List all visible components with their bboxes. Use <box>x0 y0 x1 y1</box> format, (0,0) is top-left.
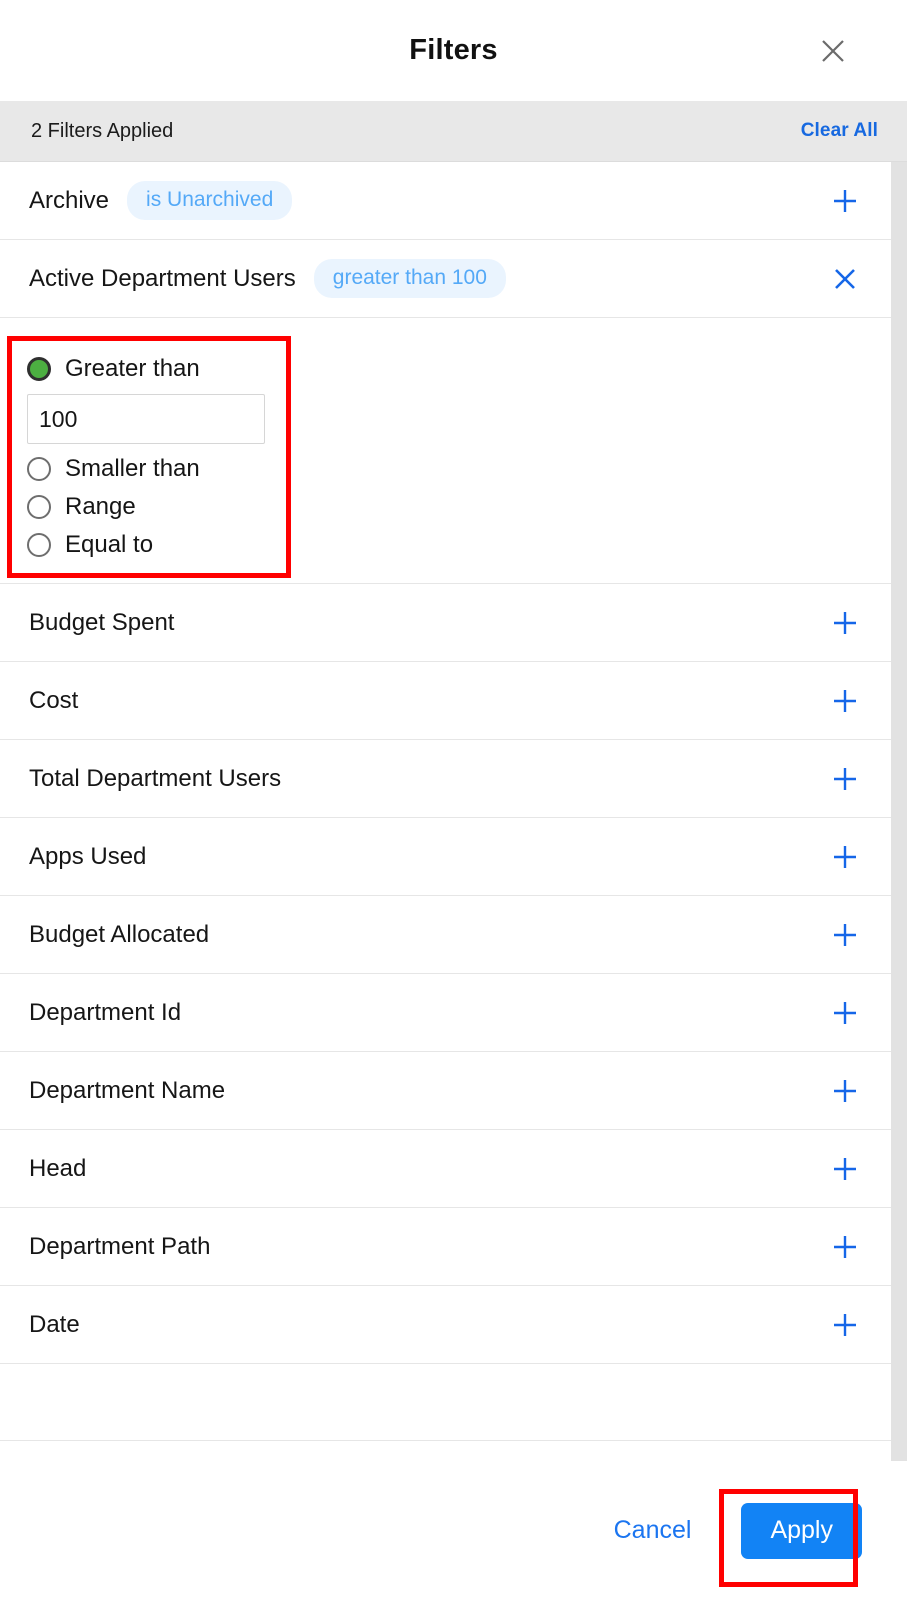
filters-modal: Filters 2 Filters Applied Clear All Arch… <box>0 0 907 1600</box>
clear-all-button[interactable]: Clear All <box>801 120 878 142</box>
plus-icon[interactable] <box>825 603 865 643</box>
list-end-spacer <box>0 1364 891 1441</box>
filter-condition-panel: Greater than Smaller than Range Equal to <box>0 318 891 584</box>
filter-badge: greater than 100 <box>313 259 506 298</box>
applied-filters-bar: 2 Filters Applied Clear All <box>0 101 907 162</box>
filters-list: Archive is Unarchived Active Department … <box>0 162 891 1441</box>
filter-label: Department Name <box>29 1076 226 1104</box>
plus-icon[interactable] <box>825 1071 865 1111</box>
filter-badge: is Unarchived <box>127 181 293 220</box>
plus-icon[interactable] <box>825 181 865 221</box>
condition-radio-group: Greater than Smaller than Range Equal to <box>27 350 277 564</box>
filter-label: Department Id <box>29 998 182 1026</box>
radio-button-icon[interactable] <box>27 495 51 519</box>
filter-row[interactable]: Budget Allocated <box>0 896 891 974</box>
filter-label: Budget Spent <box>29 608 175 636</box>
filter-row[interactable]: Head <box>0 1130 891 1208</box>
apply-button[interactable]: Apply <box>741 1502 862 1559</box>
filter-label: Head <box>29 1154 87 1182</box>
filter-row[interactable]: Budget Spent <box>0 584 891 662</box>
filter-label: Budget Allocated <box>29 920 210 948</box>
filter-label: Cost <box>29 686 79 714</box>
filter-label: Department Path <box>29 1232 211 1260</box>
filter-row-archive[interactable]: Archive is Unarchived <box>0 162 891 240</box>
radio-option-label: Equal to <box>65 531 154 558</box>
plus-icon[interactable] <box>825 1149 865 1189</box>
modal-footer: Cancel Apply <box>0 1461 907 1600</box>
vertical-scrollbar[interactable] <box>891 162 907 1461</box>
filter-label: Active Department Users <box>29 264 296 292</box>
available-filters-list: Budget Spent Cost Total Department Users Ap… <box>0 584 891 1364</box>
filter-row[interactable]: Cost <box>0 662 891 740</box>
filter-label: Archive <box>29 186 110 214</box>
plus-icon[interactable] <box>825 993 865 1033</box>
plus-icon[interactable] <box>825 915 865 955</box>
cancel-button[interactable]: Cancel <box>604 1510 702 1551</box>
filter-row[interactable]: Department Id <box>0 974 891 1052</box>
radio-option-range[interactable]: Range <box>27 488 277 526</box>
filter-label: Total Department Users <box>29 764 282 792</box>
radio-button-icon[interactable] <box>27 357 51 381</box>
modal-header: Filters <box>0 0 907 101</box>
filter-row[interactable]: Department Path <box>0 1208 891 1286</box>
radio-option-greater-than[interactable]: Greater than <box>27 350 277 388</box>
plus-icon[interactable] <box>825 1227 865 1267</box>
filter-row[interactable]: Date <box>0 1286 891 1364</box>
filter-row[interactable]: Apps Used <box>0 818 891 896</box>
radio-button-icon[interactable] <box>27 457 51 481</box>
close-icon[interactable] <box>815 33 851 69</box>
plus-icon[interactable] <box>825 1305 865 1345</box>
page-title: Filters <box>409 34 498 66</box>
radio-button-icon[interactable] <box>27 533 51 557</box>
filter-row[interactable]: Department Name <box>0 1052 891 1130</box>
plus-icon[interactable] <box>825 759 865 799</box>
plus-icon[interactable] <box>825 681 865 721</box>
radio-option-label: Smaller than <box>65 455 200 482</box>
filter-row[interactable]: Total Department Users <box>0 740 891 818</box>
filter-row-active-department-users[interactable]: Active Department Users greater than 100 <box>0 240 891 318</box>
radio-option-smaller-than[interactable]: Smaller than <box>27 450 277 488</box>
filter-label: Apps Used <box>29 842 147 870</box>
filters-scroll-area: Archive is Unarchived Active Department … <box>0 162 907 1461</box>
filter-label: Date <box>29 1310 80 1338</box>
radio-option-label: Range <box>65 493 136 520</box>
radio-option-equal-to[interactable]: Equal to <box>27 526 277 564</box>
applied-filters-count: 2 Filters Applied <box>31 119 174 142</box>
condition-value-input[interactable] <box>27 394 265 444</box>
plus-icon[interactable] <box>825 837 865 877</box>
radio-option-label: Greater than <box>65 355 200 382</box>
close-icon[interactable] <box>825 259 865 299</box>
